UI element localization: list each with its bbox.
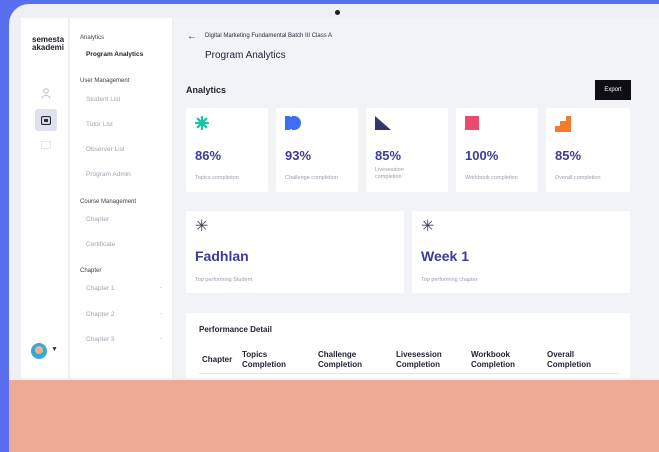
double-d-icon: [285, 116, 301, 130]
stat-card-overall: 85% Overall completion: [546, 108, 630, 192]
triangle-icon: [375, 116, 391, 130]
stat-label: Livesession completion: [375, 167, 404, 180]
stat-card-workbook: 100% Workbook completion: [456, 108, 538, 192]
sidebar-item-chapter-3[interactable]: Chapter 3: [86, 336, 115, 343]
stat-label: Overall completion: [555, 175, 601, 181]
stat-value: 100%: [465, 148, 499, 163]
breadcrumb: Digital Marketing Fundamental Batch III …: [205, 33, 333, 39]
app-logo: semesta akademi: [32, 36, 64, 52]
sidebar-menu: Analytics Program Analytics User Managem…: [70, 18, 173, 378]
user-icon[interactable]: [39, 86, 53, 100]
sidebar-item-certificate[interactable]: Certificate: [86, 241, 115, 248]
column-header-challenge[interactable]: Challenge Completion: [318, 350, 380, 370]
menu-section-user-management: User Management: [80, 78, 130, 84]
square-icon: [465, 116, 479, 130]
menu-section-analytics: Analytics: [80, 35, 105, 41]
stairs-icon: [555, 116, 571, 132]
menu-section-chapter: Chapter: [80, 268, 102, 274]
top-chapter-label: Top performing chapter: [421, 277, 478, 283]
stat-card-livesession: 85% Livesession completion: [366, 108, 448, 192]
logo-line-2: akademi: [32, 43, 65, 52]
page-title: Program Analytics: [205, 50, 286, 61]
sidebar-item-chapter-2[interactable]: Chapter 2: [86, 311, 115, 318]
stat-value: 93%: [285, 148, 312, 163]
back-arrow-icon[interactable]: ←: [187, 31, 197, 42]
chevron-icon[interactable]: -: [160, 311, 162, 317]
avatar[interactable]: [31, 343, 47, 359]
chevron-down-icon[interactable]: ▼: [51, 346, 58, 353]
analytics-icon[interactable]: [35, 109, 57, 131]
icon-rail: semesta akademi ▼: [21, 18, 69, 378]
stat-card-topics: 86% Topics completion: [186, 108, 268, 192]
stat-value: 85%: [555, 148, 582, 163]
tablet-frame: semesta akademi ▼ Analytics Program Anal…: [9, 4, 659, 452]
device-bottom: [9, 380, 659, 452]
top-student-name: Fadhlan: [195, 248, 249, 264]
sidebar-item-tutor-list[interactable]: Tutor List: [86, 121, 113, 128]
asterisk-icon: [194, 115, 210, 131]
stat-value: 86%: [195, 148, 222, 163]
column-header-overall[interactable]: Overall Completion: [547, 350, 609, 370]
sparkle-icon: ✳: [195, 218, 209, 235]
stat-value: 85%: [375, 148, 402, 163]
analytics-heading: Analytics: [186, 85, 227, 95]
column-header-topics[interactable]: Topics Completion: [242, 350, 302, 370]
chevron-icon[interactable]: -: [160, 336, 162, 342]
main-content: ← Digital Marketing Fundamental Batch II…: [174, 18, 659, 378]
sidebar-item-student-list[interactable]: Student List: [86, 96, 120, 103]
column-header-chapter[interactable]: Chapter: [202, 355, 232, 365]
sparkle-icon: ✳: [421, 218, 435, 235]
top-chapter-name: Week 1: [421, 248, 469, 264]
performance-detail-card: Performance Detail Chapter Topics Comple…: [186, 313, 630, 378]
stat-label: Topics completion: [195, 175, 239, 181]
menu-section-course-management: Course Management: [80, 199, 137, 205]
sidebar-item-observer-list[interactable]: Observer List: [86, 146, 125, 153]
sidebar-item-program-analytics[interactable]: Program Analytics: [86, 51, 143, 58]
camera-dot: [335, 10, 340, 15]
app-screen: semesta akademi ▼ Analytics Program Anal…: [21, 18, 659, 378]
table-divider: [199, 373, 619, 374]
stat-label: Challenge completion: [285, 175, 338, 181]
stat-label: Workbook completion: [465, 175, 518, 181]
sidebar-item-chapter[interactable]: Chapter: [86, 216, 109, 223]
book-icon[interactable]: [39, 138, 53, 152]
performance-detail-title: Performance Detail: [199, 325, 272, 334]
sidebar-item-program-admin[interactable]: Program Admin: [86, 171, 131, 178]
sidebar-item-chapter-1[interactable]: Chapter 1: [86, 285, 115, 292]
chevron-icon[interactable]: -: [160, 285, 162, 291]
top-student-card: ✳ Fadhlan Top performing Student: [186, 211, 404, 293]
top-student-label: Top performing Student: [195, 277, 253, 283]
export-button[interactable]: Export: [595, 80, 631, 100]
top-chapter-card: ✳ Week 1 Top performing chapter: [412, 211, 630, 293]
column-header-workbook[interactable]: Workbook Completion: [471, 350, 533, 370]
column-header-livesession[interactable]: Livesession Completion: [396, 350, 460, 370]
stat-card-challenge: 93% Challenge completion: [276, 108, 358, 192]
